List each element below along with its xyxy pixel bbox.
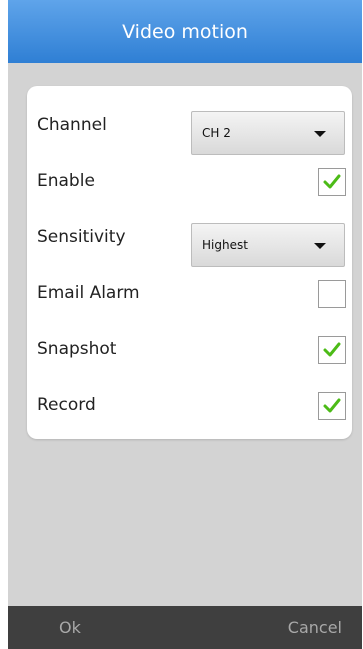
channel-select[interactable]: CH 2 <box>191 111 345 155</box>
record-label: Record <box>37 395 96 415</box>
channel-value: CH 2 <box>202 126 231 140</box>
dialog-title: Video motion <box>8 0 362 63</box>
sensitivity-row: Sensitivity Highest <box>27 210 352 267</box>
enable-row: Enable <box>27 154 352 210</box>
cancel-button[interactable]: Cancel <box>288 618 342 637</box>
dialog-button-bar: Ok Cancel <box>8 606 362 649</box>
caret-down-icon <box>314 131 326 137</box>
checkmark-icon <box>323 342 341 357</box>
checkmark-icon <box>323 398 341 413</box>
email-alarm-checkbox[interactable] <box>318 280 346 308</box>
snapshot-row: Snapshot <box>27 322 352 378</box>
enable-checkbox[interactable] <box>318 168 346 196</box>
snapshot-label: Snapshot <box>37 339 117 359</box>
snapshot-checkbox[interactable] <box>318 336 346 364</box>
record-checkbox[interactable] <box>318 392 346 420</box>
sensitivity-value: Highest <box>202 238 248 252</box>
sensitivity-label: Sensitivity <box>37 227 126 247</box>
settings-panel: Channel CH 2 Enable Sensitivity Highest … <box>27 86 352 439</box>
video-motion-dialog: Video motion Channel CH 2 Enable Sensiti… <box>8 0 362 649</box>
record-row: Record <box>27 378 352 434</box>
email-alarm-row: Email Alarm <box>27 266 352 322</box>
caret-down-icon <box>314 243 326 249</box>
ok-button[interactable]: Ok <box>59 618 81 637</box>
email-alarm-label: Email Alarm <box>37 283 140 303</box>
channel-label: Channel <box>37 115 107 135</box>
sensitivity-select[interactable]: Highest <box>191 223 345 267</box>
channel-row: Channel CH 2 <box>27 98 352 155</box>
checkmark-icon <box>323 174 341 189</box>
enable-label: Enable <box>37 171 95 191</box>
